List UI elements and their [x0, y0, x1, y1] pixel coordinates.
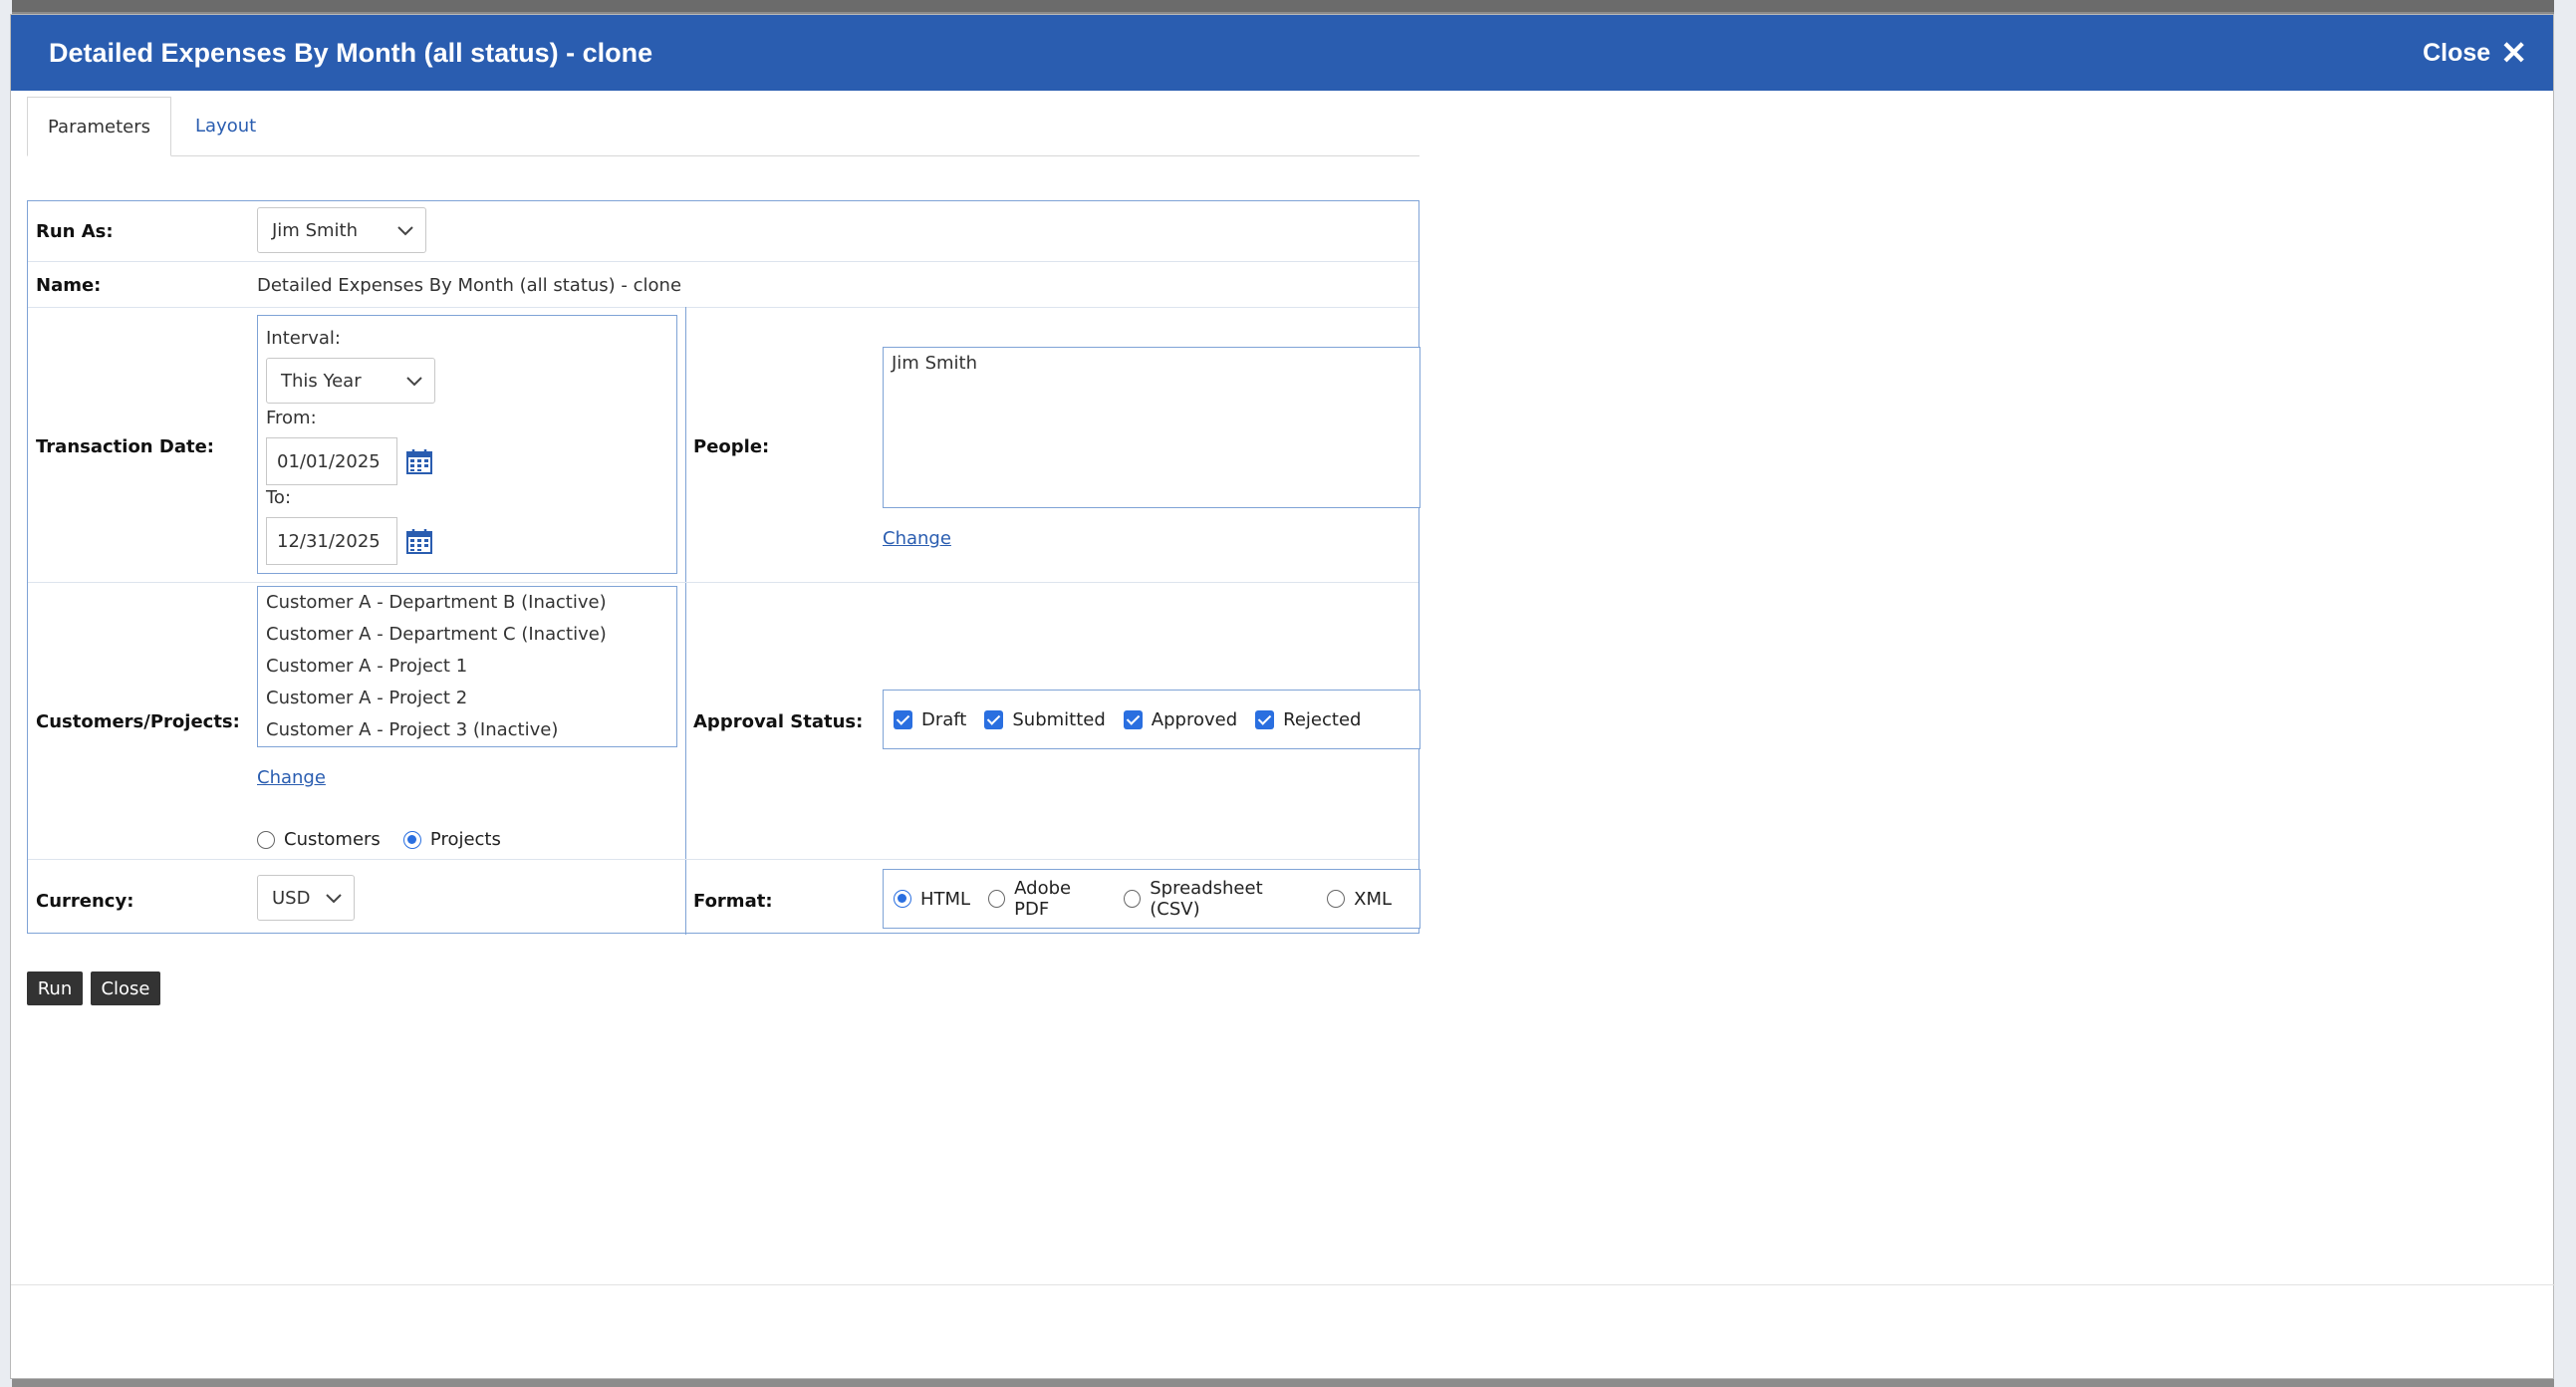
rejected-checkbox[interactable] — [1255, 709, 1275, 729]
column-divider — [685, 307, 686, 935]
from-label: From: — [266, 408, 317, 428]
customers-radio[interactable] — [257, 830, 275, 849]
mode-projects-label: Projects — [429, 829, 501, 850]
mode-customers-label: Customers — [284, 829, 381, 850]
interval-label: Interval: — [266, 328, 341, 349]
close-button[interactable]: Close — [91, 971, 160, 1005]
approval-submitted-option[interactable]: Submitted — [984, 708, 1106, 730]
run-as-select[interactable]: Jim Smith — [257, 207, 426, 253]
people-list[interactable]: Jim Smith — [883, 347, 1420, 508]
approved-checkbox[interactable] — [1123, 709, 1143, 729]
from-date-input[interactable]: 01/01/2025 — [266, 437, 397, 485]
dialog-titlebar: Detailed Expenses By Month (all status) … — [11, 15, 2553, 91]
chevron-down-icon — [406, 377, 422, 387]
people-label: People: — [693, 436, 770, 457]
row-divider — [28, 307, 1418, 308]
currency-select[interactable]: USD — [257, 875, 355, 921]
interval-value: This Year — [281, 370, 362, 392]
customers-projects-list[interactable]: Customer A - Department B (Inactive) Cus… — [257, 586, 677, 747]
approval-submitted-label: Submitted — [1012, 708, 1106, 730]
format-csv-option[interactable]: Spreadsheet (CSV) — [1124, 878, 1309, 920]
row-divider — [28, 859, 1418, 860]
dialog-footer-divider — [11, 1284, 2555, 1285]
people-change-link[interactable]: Change — [883, 528, 951, 549]
row-divider — [28, 582, 1418, 583]
approval-status-label: Approval Status: — [693, 711, 864, 732]
customers-projects-mode: Customers Projects — [257, 829, 519, 853]
interval-select[interactable]: This Year — [266, 358, 435, 404]
format-csv-label: Spreadsheet (CSV) — [1150, 878, 1263, 920]
approval-rejected-option[interactable]: Rejected — [1255, 709, 1361, 730]
report-dialog: Detailed Expenses By Month (all status) … — [10, 14, 2555, 1379]
format-xml-option[interactable]: XML — [1327, 889, 1392, 910]
approval-approved-option[interactable]: Approved — [1123, 708, 1238, 730]
background-app-right — [2554, 0, 2576, 1387]
html-radio[interactable] — [894, 890, 911, 908]
submitted-checkbox[interactable] — [984, 709, 1004, 729]
list-item[interactable]: Customer A - Project 3 (Inactive) — [258, 714, 676, 746]
to-label: To: — [266, 487, 292, 508]
format-box: HTML Adobe PDF Spreadsheet (CSV) XML — [883, 869, 1420, 929]
mode-projects-option[interactable]: Projects — [402, 829, 501, 850]
calendar-icon[interactable] — [405, 447, 433, 475]
parameters-form: Run As: Jim Smith Name: Detailed Expense… — [27, 200, 1420, 935]
list-item[interactable]: Jim Smith — [884, 348, 1419, 380]
run-as-label: Run As: — [36, 221, 114, 242]
chevron-down-icon — [326, 894, 342, 904]
tab-layout[interactable]: Layout — [171, 96, 276, 155]
draft-checkbox[interactable] — [894, 709, 912, 729]
dialog-close-button[interactable]: Close ✕ — [2423, 37, 2527, 69]
format-xml-label: XML — [1354, 888, 1392, 910]
format-html-option[interactable]: HTML — [894, 889, 970, 910]
format-pdf-option[interactable]: Adobe PDF — [988, 878, 1106, 920]
tab-bar: Parameters Layout — [27, 97, 1419, 156]
tab-parameters[interactable]: Parameters — [27, 97, 172, 156]
run-button[interactable]: Run — [27, 971, 83, 1005]
calendar-icon[interactable] — [405, 527, 433, 555]
currency-value: USD — [272, 887, 311, 909]
currency-label: Currency: — [36, 891, 134, 912]
customers-projects-change-link[interactable]: Change — [257, 767, 326, 788]
transaction-date-label: Transaction Date: — [36, 436, 214, 457]
row-divider — [28, 261, 1418, 262]
chevron-down-icon — [397, 226, 413, 236]
name-label: Name: — [36, 275, 102, 296]
approval-rejected-label: Rejected — [1283, 708, 1362, 730]
transaction-date-box: Interval: This Year From: 01/01/2025 To:… — [257, 315, 677, 574]
customers-projects-label: Customers/Projects: — [36, 711, 240, 732]
approval-draft-option[interactable]: Draft — [894, 709, 966, 730]
mode-customers-option[interactable]: Customers — [257, 829, 381, 850]
approval-status-box: Draft Submitted Approved Rejected — [883, 690, 1420, 749]
background-app-top — [0, 0, 2576, 12]
projects-radio[interactable] — [402, 830, 421, 849]
xml-radio[interactable] — [1327, 890, 1346, 908]
format-html-label: HTML — [920, 888, 971, 910]
list-item[interactable]: Customer A - Project 2 — [258, 683, 676, 714]
pdf-radio[interactable] — [988, 890, 1006, 908]
name-value: Detailed Expenses By Month (all status) … — [257, 275, 682, 296]
list-item[interactable]: Customer A - Project 1 — [258, 651, 676, 683]
approval-approved-label: Approved — [1151, 708, 1238, 730]
close-icon: ✕ — [2500, 35, 2527, 71]
list-item[interactable]: Customer A - Department C (Inactive) — [258, 619, 676, 651]
format-label: Format: — [693, 891, 773, 912]
list-item[interactable]: Customer A - Department B (Inactive) — [258, 587, 676, 619]
to-date-input[interactable]: 12/31/2025 — [266, 517, 397, 565]
csv-radio[interactable] — [1124, 890, 1142, 908]
approval-draft-label: Draft — [921, 708, 967, 730]
format-pdf-label: Adobe PDF — [1014, 878, 1072, 920]
run-as-value: Jim Smith — [272, 219, 358, 241]
dialog-title: Detailed Expenses By Month (all status) … — [49, 37, 653, 68]
dialog-close-label: Close — [2423, 38, 2491, 67]
